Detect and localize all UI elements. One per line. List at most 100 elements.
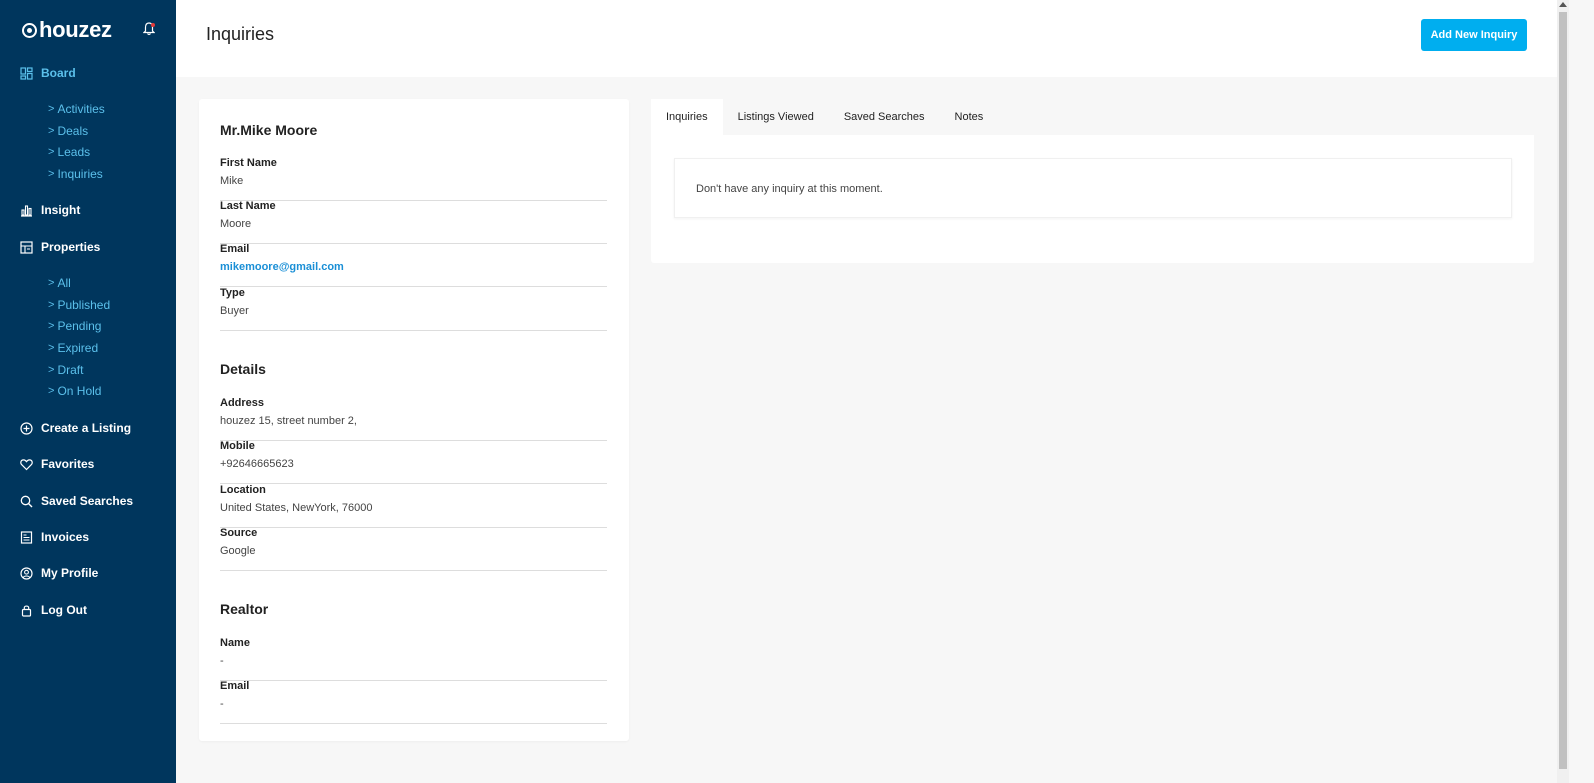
field-first-name: First Name Mike	[220, 157, 607, 201]
logo[interactable]: houzez	[22, 17, 162, 42]
sidebar-item-label: Saved Searches	[41, 494, 134, 508]
tab-listings-viewed[interactable]: Listings Viewed	[723, 99, 829, 135]
scroll-up-arrow-icon[interactable]	[1559, 2, 1567, 7]
tab-inquiries[interactable]: Inquiries	[651, 99, 723, 135]
sidebar-item-label: Pending	[57, 319, 102, 333]
sidebar-item-properties[interactable]: Properties	[20, 237, 100, 257]
sidebar-item-my-profile[interactable]: My Profile	[20, 563, 98, 583]
realtor-section-title: Realtor	[220, 601, 269, 617]
sidebar-item-deals[interactable]: > Deals	[48, 122, 88, 140]
sidebar-item-pending[interactable]: > Pending	[48, 317, 101, 335]
sidebar-item-inquiries[interactable]: > Inquiries	[48, 165, 103, 183]
chevron-right-icon: >	[48, 342, 55, 354]
sidebar-item-draft[interactable]: > Draft	[48, 361, 83, 379]
lock-icon	[21, 604, 32, 617]
sidebar-item-label: Invoices	[41, 530, 90, 544]
contact-details-card: Mr.Mike Moore First Name Mike Last Name …	[199, 99, 629, 741]
sidebar-item-published[interactable]: > Published	[48, 296, 110, 314]
field-email: Email mikemoore@gmail.com	[220, 243, 607, 287]
sidebar-item-label: Log Out	[41, 603, 87, 617]
sidebar-item-label: Published	[57, 298, 111, 312]
chevron-right-icon: >	[48, 125, 55, 137]
sidebar-item-label: Deals	[57, 124, 89, 138]
field-label: Address	[220, 397, 265, 409]
vertical-scrollbar[interactable]	[1557, 0, 1569, 783]
heart-icon	[20, 458, 33, 470]
sidebar-item-label: All	[57, 276, 71, 290]
field-label: Email	[220, 680, 250, 692]
sidebar-item-label: Leads	[57, 145, 91, 159]
sidebar-item-all[interactable]: > All	[48, 274, 71, 292]
page-header: Inquiries Add New Inquiry	[176, 0, 1557, 77]
chevron-right-icon: >	[48, 320, 55, 332]
field-value: United States, NewYork, 76000	[220, 502, 373, 514]
chevron-right-icon: >	[48, 146, 55, 158]
sidebar-item-on-hold[interactable]: > On Hold	[48, 382, 101, 400]
user-circle-icon	[20, 566, 33, 580]
field-value: Mike	[220, 175, 244, 187]
chevron-right-icon: >	[48, 277, 55, 289]
field-value: Google	[220, 545, 256, 557]
field-location: Location United States, NewYork, 76000	[220, 484, 607, 528]
sidebar-item-saved-searches[interactable]: Saved Searches	[20, 491, 133, 511]
sidebar-item-label: Draft	[57, 363, 84, 377]
sidebar-item-label: Insight	[41, 203, 81, 217]
logo-text: houzez	[39, 17, 112, 42]
field-last-name: Last Name Moore	[220, 200, 607, 244]
sidebar-item-create-listing[interactable]: Create a Listing	[20, 418, 131, 438]
scrollbar-thumb[interactable]	[1559, 12, 1567, 769]
invoice-icon	[20, 530, 33, 544]
empty-state-message: Don't have any inquiry at this moment.	[696, 183, 883, 195]
sidebar-item-label: Favorites	[41, 457, 95, 471]
field-value: houzez 15, street number 2,	[220, 415, 357, 427]
field-label: First Name	[220, 157, 277, 169]
field-label: Type	[220, 287, 245, 299]
details-section-title: Details	[220, 361, 266, 377]
field-label: Location	[220, 484, 266, 496]
email-link[interactable]: mikemoore@gmail.com	[220, 261, 344, 273]
tab-notes[interactable]: Notes	[940, 99, 999, 135]
sidebar-item-board[interactable]: Board	[20, 63, 76, 83]
chevron-right-icon: >	[48, 168, 55, 180]
field-mobile: Mobile +92646665623	[220, 440, 607, 484]
tab-panel-inquiries: Don't have any inquiry at this moment.	[651, 135, 1534, 263]
add-new-inquiry-button[interactable]: Add New Inquiry	[1421, 19, 1527, 51]
field-source: Source Google	[220, 527, 607, 571]
sidebar-item-favorites[interactable]: Favorites	[20, 454, 94, 474]
sidebar-item-activities[interactable]: > Activities	[48, 100, 105, 118]
dashboard-icon	[20, 66, 33, 80]
field-value: -	[220, 698, 224, 710]
houzez-logo-icon	[22, 22, 37, 38]
field-value: Buyer	[220, 305, 249, 317]
field-label: Source	[220, 527, 258, 539]
field-value: +92646665623	[220, 458, 294, 470]
sidebar-item-label: My Profile	[41, 566, 99, 580]
sidebar-item-label: Board	[41, 66, 76, 80]
field-label: Last Name	[220, 200, 276, 212]
sidebar-item-label: Activities	[57, 102, 105, 116]
sidebar-item-leads[interactable]: > Leads	[48, 143, 90, 161]
sidebar-item-insight[interactable]: Insight	[20, 200, 80, 220]
sidebar-item-invoices[interactable]: Invoices	[20, 527, 89, 547]
tab-saved-searches[interactable]: Saved Searches	[829, 99, 940, 135]
sidebar-item-label: Properties	[41, 240, 101, 254]
contact-name: Mr.Mike Moore	[220, 122, 318, 138]
sidebar-item-label: Create a Listing	[41, 421, 132, 435]
field-label: Name	[220, 637, 250, 649]
tab-bar: Inquiries Listings Viewed Saved Searches…	[651, 99, 998, 135]
right-gutter	[1569, 0, 1594, 783]
field-type: Type Buyer	[220, 287, 607, 331]
field-value: -	[220, 655, 224, 667]
sidebar-item-label: On Hold	[57, 384, 102, 398]
sidebar-item-expired[interactable]: > Expired	[48, 339, 98, 357]
plus-circle-icon	[20, 421, 33, 435]
field-label: Email	[220, 243, 250, 255]
field-address: Address houzez 15, street number 2,	[220, 397, 607, 441]
field-realtor-email: Email -	[220, 680, 607, 724]
notification-bell-icon[interactable]	[143, 22, 155, 36]
field-value: Moore	[220, 218, 252, 230]
chevron-right-icon: >	[48, 364, 55, 376]
sidebar-item-label: Expired	[57, 341, 99, 355]
field-realtor-name: Name -	[220, 637, 607, 681]
sidebar-item-log-out[interactable]: Log Out	[20, 600, 87, 620]
